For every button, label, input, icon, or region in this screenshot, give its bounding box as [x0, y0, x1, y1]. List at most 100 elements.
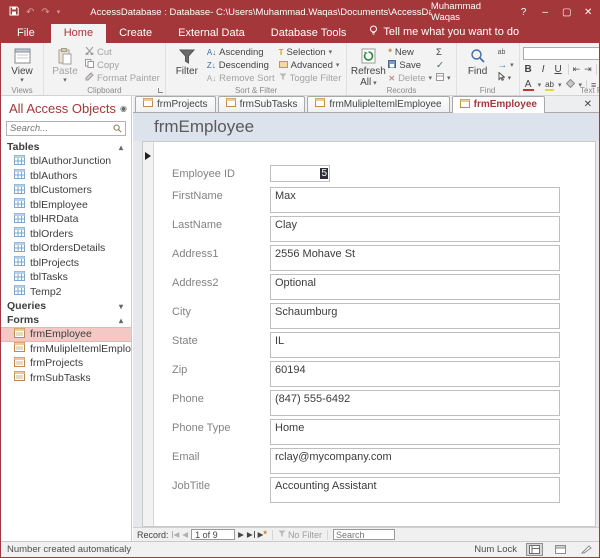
toggle-filter-button[interactable]: Toggle Filter [277, 72, 344, 84]
close-document-icon[interactable]: ✕ [577, 99, 599, 112]
nav-group-queries[interactable]: Queries ▾ [1, 299, 131, 313]
form-field-row: Address1 2556 Mohave St [172, 245, 595, 271]
increase-indent-icon[interactable]: ⇥ [584, 64, 592, 75]
account-name[interactable]: Muhammad Waqas [431, 1, 499, 23]
sidebar-item-tblordersdetails[interactable]: tblOrdersDetails [1, 241, 131, 256]
form-fields: Employee ID 5 FirstName Max LastName Cla… [154, 142, 595, 526]
italic-button[interactable]: I [538, 64, 549, 75]
jobtitle-input[interactable]: Accounting Assistant [270, 477, 560, 503]
employee-id-input[interactable]: 5 [270, 165, 330, 182]
select-button[interactable]: ▾ [496, 72, 516, 84]
copy-button[interactable]: Copy [83, 59, 162, 71]
sidebar-item-tblauthors[interactable]: tblAuthors [1, 169, 131, 184]
previous-record-icon[interactable]: ◀ [182, 531, 188, 539]
firstname-input[interactable]: Max [270, 187, 560, 213]
goto-button[interactable]: → ▾ [496, 59, 516, 71]
record-selector-bar[interactable] [143, 142, 154, 526]
remove-sort-button[interactable]: A↓ Remove Sort [205, 72, 277, 84]
new-record-button[interactable]: * New [386, 46, 434, 58]
address2-input[interactable]: Optional [270, 274, 560, 300]
next-record-icon[interactable]: ▶ [238, 531, 244, 539]
last-record-icon[interactable]: ▶ [247, 531, 255, 539]
table-icon [14, 256, 25, 269]
sidebar-item-frmmulipleitemlemployee[interactable]: frmMulipleItemlEmployee [1, 342, 131, 357]
save-icon[interactable] [9, 6, 19, 19]
selection-button[interactable]: T Selection ▾ [277, 46, 344, 58]
sidebar-item-tblemployee[interactable]: tblEmployee [1, 198, 131, 213]
zip-input[interactable]: 60194 [270, 361, 560, 387]
phone-input[interactable]: (847) 555-6492 [270, 390, 560, 416]
form-view-button[interactable] [526, 543, 543, 556]
nav-group-tables[interactable]: Tables ▴ [1, 140, 131, 154]
doc-tab-frmemployee[interactable]: frmEmployee [452, 96, 545, 113]
lastname-input[interactable]: Clay [270, 216, 560, 242]
redo-icon[interactable]: ↷ [41, 7, 49, 18]
layout-view-button[interactable] [552, 543, 569, 556]
decrease-indent-icon[interactable]: ⇤ [573, 64, 581, 75]
sidebar-item-temp2[interactable]: Temp2 [1, 285, 131, 300]
tab-file[interactable]: File [1, 24, 51, 43]
address1-input[interactable]: 2556 Mohave St [270, 245, 560, 271]
tab-external-data[interactable]: External Data [165, 24, 258, 43]
tell-me-box[interactable]: Tell me what you want to do [369, 25, 519, 43]
paste-button[interactable]: Paste ▾ [47, 45, 83, 85]
new-record-icon[interactable]: ▶* [258, 530, 267, 539]
totals-button[interactable]: Σ [434, 46, 453, 58]
save-record-button[interactable]: Save [386, 59, 434, 71]
nav-menu-icon[interactable]: ◉ [120, 104, 127, 113]
format-painter-button[interactable]: Format Painter [83, 72, 162, 84]
field-label: Zip [172, 361, 270, 376]
phone-type-input[interactable]: Home [270, 419, 560, 445]
spelling-button[interactable]: ✓ [434, 59, 453, 71]
record-search-input[interactable] [333, 529, 395, 540]
sidebar-item-frmsubtasks[interactable]: frmSubTasks [1, 371, 131, 386]
nav-search-input[interactable] [10, 123, 113, 134]
minimize-button[interactable]: – [534, 7, 556, 18]
cut-button[interactable]: Cut [83, 46, 162, 58]
maximize-button[interactable]: ▢ [556, 7, 578, 18]
sidebar-item-tblauthorjunction[interactable]: tblAuthorJunction [1, 154, 131, 169]
sidebar-item-tblcustomers[interactable]: tblCustomers [1, 183, 131, 198]
doc-tab-frmsubtasks[interactable]: frmSubTasks [218, 96, 306, 112]
nav-search-box[interactable] [6, 121, 126, 136]
doc-tab-frmmulipleitemlemployee[interactable]: frmMulipleItemlEmployee [307, 96, 449, 112]
delete-record-button[interactable]: ✕ Delete ▾ [386, 72, 434, 84]
shutter-close-icon[interactable]: « [131, 103, 132, 114]
sidebar-item-tblhrdata[interactable]: tblHRData [1, 212, 131, 227]
sidebar-item-frmprojects[interactable]: frmProjects [1, 356, 131, 371]
refresh-all-button[interactable]: Refresh All ▾ [350, 45, 386, 88]
ascending-button[interactable]: A↓ Ascending [205, 46, 277, 58]
first-record-icon[interactable]: ◀ [172, 531, 180, 539]
state-input[interactable]: IL [270, 332, 560, 358]
sidebar-item-frmemployee[interactable]: frmEmployee [1, 327, 131, 342]
tab-create[interactable]: Create [106, 24, 165, 43]
qat-customize-icon[interactable]: ▾ [57, 8, 61, 16]
filter-icon [179, 46, 195, 66]
sidebar-item-tblprojects[interactable]: tblProjects [1, 256, 131, 271]
tab-database-tools[interactable]: Database Tools [258, 24, 360, 43]
sidebar-item-tblorders[interactable]: tblOrders [1, 227, 131, 242]
underline-button[interactable]: U [553, 64, 564, 75]
sidebar-item-tbltasks[interactable]: tblTasks [1, 270, 131, 285]
more-button[interactable]: ▾ [434, 72, 453, 84]
replace-button[interactable]: ab [496, 46, 516, 58]
view-button[interactable]: View ▾ [4, 45, 40, 85]
advanced-button[interactable]: Advanced ▾ [277, 59, 344, 71]
filter-button[interactable]: Filter [169, 45, 205, 77]
tab-home[interactable]: Home [51, 24, 106, 43]
email-input[interactable]: rclay@mycompany.com [270, 448, 560, 474]
city-input[interactable]: Schaumburg [270, 303, 560, 329]
no-filter-button[interactable]: No Filter [278, 530, 322, 540]
design-view-button[interactable] [578, 543, 595, 556]
field-label: City [172, 303, 270, 318]
record-position[interactable]: 1 of 9 [191, 529, 235, 540]
undo-icon[interactable]: ↶ [26, 7, 34, 18]
help-button[interactable]: ? [513, 7, 535, 18]
descending-button[interactable]: Z↓ Descending [205, 59, 277, 71]
bold-button[interactable]: B [523, 64, 534, 75]
close-button[interactable]: ✕ [577, 7, 599, 18]
doc-tab-frmprojects[interactable]: frmProjects [135, 96, 216, 112]
font-name-select[interactable]: ▾ [523, 47, 600, 60]
nav-group-forms[interactable]: Forms ▴ [1, 313, 131, 327]
find-button[interactable]: Find [460, 45, 496, 77]
